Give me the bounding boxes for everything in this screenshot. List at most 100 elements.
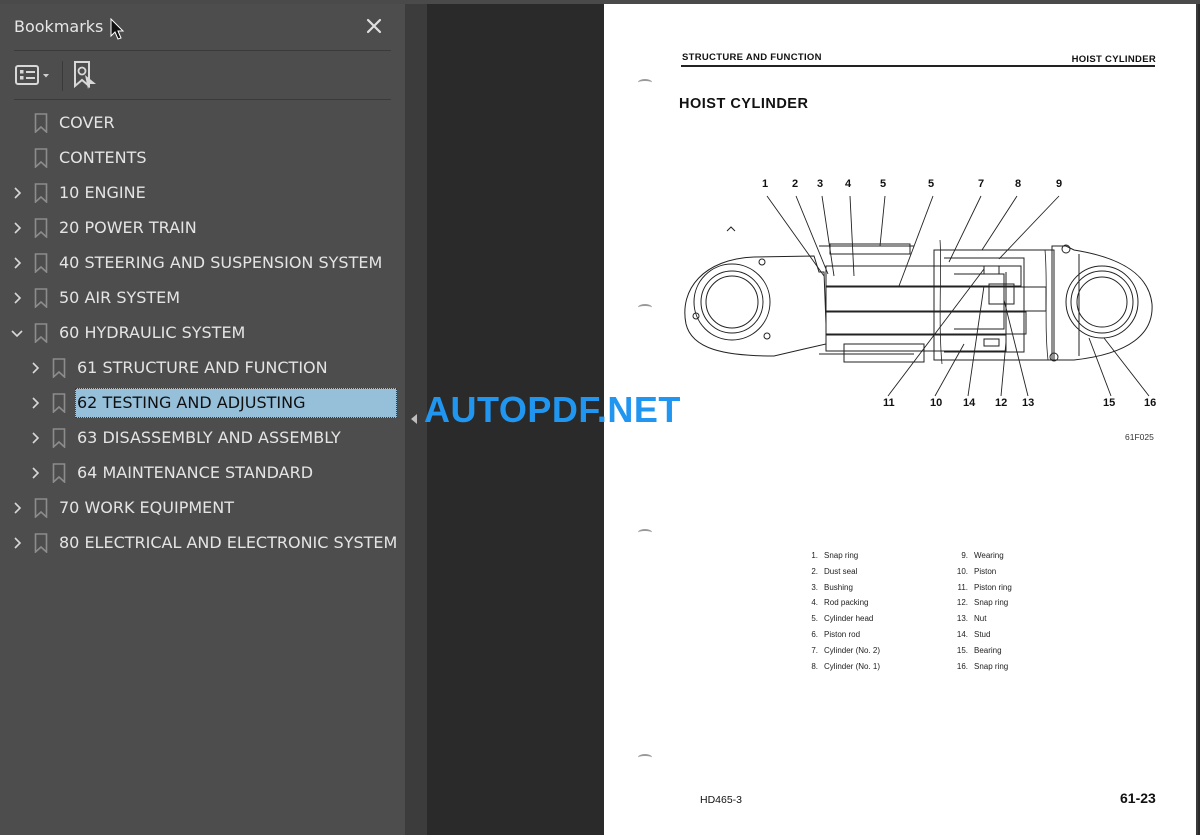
part-number: 7. — [811, 645, 818, 655]
find-current-bookmark-button[interactable] — [72, 60, 100, 90]
bookmark-label[interactable]: 70 WORK EQUIPMENT — [57, 493, 234, 523]
panel-title: Bookmarks — [14, 17, 104, 36]
close-icon — [366, 18, 382, 34]
part-name: Piston — [974, 566, 997, 576]
chevron-right-icon[interactable] — [28, 361, 42, 375]
parts-list-item: 11. Piston ring — [954, 580, 1011, 596]
close-panel-button[interactable] — [364, 16, 384, 36]
bookmark-icon — [34, 533, 48, 553]
bookmark-item[interactable]: 62 TESTING AND ADJUSTING — [0, 388, 405, 418]
part-number: 5. — [811, 614, 818, 624]
toolbar-divider — [14, 99, 391, 100]
bookmark-label[interactable]: COVER — [57, 108, 115, 138]
chevron-right-icon[interactable] — [10, 186, 24, 200]
parts-list-item: 6. Piston rod — [804, 627, 880, 643]
bookmark-item[interactable]: 50 AIR SYSTEM — [0, 283, 405, 313]
watermark: AUTOPDF.NET — [424, 389, 681, 430]
bookmark-item[interactable]: 20 POWER TRAIN — [0, 213, 405, 243]
chevron-down-icon[interactable] — [10, 326, 24, 340]
footer-page-number: 61-23 — [1120, 790, 1156, 806]
bookmark-item[interactable]: COVER — [0, 108, 405, 138]
bookmark-item[interactable]: 10 ENGINE — [0, 178, 405, 208]
list-options-icon — [15, 65, 49, 85]
callout-8: 8 — [1015, 178, 1021, 190]
callout-11: 11 — [883, 397, 895, 409]
parts-list-item: 12. Snap ring — [954, 595, 1012, 611]
header-divider — [14, 50, 391, 51]
bookmark-item[interactable]: 61 STRUCTURE AND FUNCTION — [0, 353, 405, 383]
callout-12: 12 — [995, 397, 1007, 409]
mouse-cursor-icon — [110, 18, 125, 40]
callout-14: 14 — [963, 397, 976, 409]
part-number: 14. — [956, 629, 968, 639]
bookmark-label[interactable]: 20 POWER TRAIN — [57, 213, 197, 243]
document-page: STRUCTURE AND FUNCTION HOIST CYLINDER HO… — [604, 4, 1198, 835]
callout-3: 3 — [817, 178, 823, 190]
parts-list-item: 13. Nut — [954, 611, 1012, 627]
callout-13: 13 — [1022, 397, 1034, 409]
part-name: Cylinder head — [824, 614, 874, 624]
bookmark-options-button[interactable] — [14, 62, 54, 88]
part-number: 4. — [811, 598, 818, 608]
callout-15: 15 — [1103, 397, 1115, 409]
bookmark-label[interactable]: 40 STEERING AND SUSPENSION SYSTEM — [57, 248, 382, 278]
footer-model: HD465-3 — [700, 794, 743, 806]
chevron-right-icon[interactable] — [28, 396, 42, 410]
figure-code: 61F025 — [1125, 432, 1154, 442]
bookmark-item[interactable]: 63 DISASSEMBLY AND ASSEMBLY — [0, 423, 405, 453]
callout-2: 2 — [792, 178, 798, 190]
part-name: Wearing — [974, 551, 1004, 560]
part-number: 12. — [956, 598, 968, 608]
parts-list-item: 1. Snap ring — [804, 548, 880, 564]
bookmark-icon — [34, 218, 48, 238]
part-number: 3. — [811, 582, 818, 592]
parts-list-item: 8. Cylinder (No. 1) — [804, 659, 880, 675]
chevron-down-icon — [43, 74, 49, 78]
bookmark-label-selected[interactable]: 62 TESTING AND ADJUSTING — [75, 388, 397, 418]
callout-4: 4 — [845, 178, 852, 190]
part-number: 8. — [811, 661, 818, 671]
bookmark-label[interactable]: 61 STRUCTURE AND FUNCTION — [75, 353, 328, 383]
part-number: 11. — [957, 582, 968, 592]
chevron-right-icon[interactable] — [10, 221, 24, 235]
chevron-right-icon[interactable] — [10, 536, 24, 550]
callout-7: 7 — [978, 178, 984, 190]
bookmark-label[interactable]: 64 MAINTENANCE STANDARD — [75, 458, 313, 488]
bookmark-label[interactable]: 80 ELECTRICAL AND ELECTRONIC SYSTEM — [57, 528, 397, 558]
bookmark-icon — [52, 463, 66, 483]
bookmark-item[interactable]: 70 WORK EQUIPMENT — [0, 493, 405, 523]
chevron-right-icon[interactable] — [10, 256, 24, 270]
chevron-right-icon[interactable] — [28, 466, 42, 480]
part-name: Snap ring — [974, 661, 1009, 671]
parts-list-item: 2. Dust seal — [804, 564, 880, 580]
hoist-cylinder-drawing: 1 2 3 4 5 5 7 8 9 11 10 14 12 13 15 16 — [684, 178, 1156, 409]
bookmark-icon — [34, 323, 48, 343]
callout-9: 9 — [1056, 178, 1062, 190]
bookmark-label[interactable]: 63 DISASSEMBLY AND ASSEMBLY — [75, 423, 341, 453]
bookmark-item[interactable]: 80 ELECTRICAL AND ELECTRONIC SYSTEM — [0, 528, 405, 558]
callout-10: 10 — [930, 397, 942, 409]
chevron-right-icon[interactable] — [10, 291, 24, 305]
parts-list-item: 14. Stud — [954, 627, 1012, 643]
find-current-bookmark-icon — [74, 61, 96, 89]
bookmark-label[interactable]: 60 HYDRAULIC SYSTEM — [57, 318, 245, 348]
bookmark-item[interactable]: 40 STEERING AND SUSPENSION SYSTEM — [0, 248, 405, 278]
collapse-panel-arrow-icon[interactable] — [411, 414, 417, 424]
bookmark-icon — [52, 358, 66, 378]
chevron-right-icon[interactable] — [10, 501, 24, 515]
bookmark-icon — [52, 393, 66, 413]
bookmark-label[interactable]: CONTENTS — [57, 143, 147, 173]
part-number: 6. — [811, 629, 818, 639]
bookmark-item[interactable]: CONTENTS — [0, 143, 405, 173]
bookmark-label[interactable]: 50 AIR SYSTEM — [57, 283, 180, 313]
chevron-right-icon[interactable] — [28, 431, 42, 445]
part-name: Snap ring — [824, 551, 859, 560]
bookmark-label[interactable]: 10 ENGINE — [57, 178, 146, 208]
part-name: Cylinder (No. 1) — [824, 661, 881, 671]
bookmark-icon — [34, 498, 48, 518]
bookmark-icon — [34, 183, 48, 203]
bookmark-item[interactable]: 64 MAINTENANCE STANDARD — [0, 458, 405, 488]
bookmark-item[interactable]: 60 HYDRAULIC SYSTEM — [0, 318, 405, 348]
parts-list-item: 15. Bearing — [954, 643, 1012, 659]
bookmark-icon — [34, 253, 48, 273]
